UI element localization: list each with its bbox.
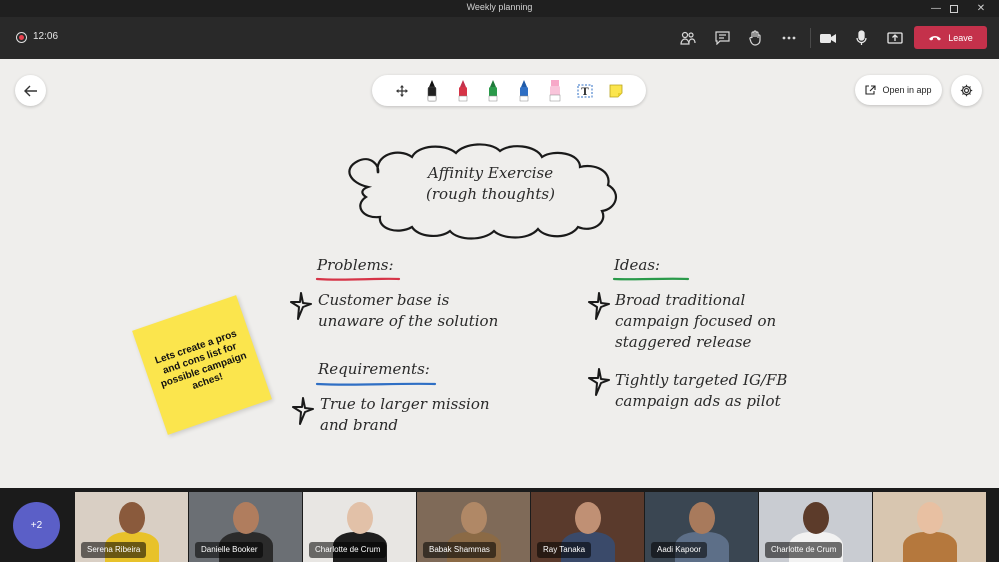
problem-item-line-2: unaware of the solution [318,312,499,330]
cloud-line-2: (rough thoughts) [426,185,555,203]
maximize-icon[interactable] [939,0,969,17]
cloud-line-1: Affinity Exercise [427,164,554,182]
star-bullet-icon [292,397,314,425]
idea-item-1-line-2: campaign focused on [615,312,777,330]
participant-name: Charlotte de Crum [765,542,843,558]
participant-face [233,502,259,534]
move-icon[interactable] [391,79,413,102]
idea-item-1-line-1: Broad traditional [615,291,746,309]
open-in-app-button[interactable]: Open in app [855,75,942,105]
gear-icon [960,84,973,97]
blue-pen-icon[interactable] [513,79,535,102]
participant-face [689,502,715,534]
leave-label: Leave [948,32,973,43]
sticky-note-icon[interactable] [605,79,627,102]
sticky-note-text: Lets create a pros and cons list for pos… [153,328,249,392]
settings-button[interactable] [951,75,982,106]
participant-name: Aadi Kapoor [651,542,708,558]
meeting-control-bar: 12:06 Leave [0,17,999,59]
raise-hand-icon[interactable] [745,28,765,48]
participant-name: Danielle Booker [195,542,264,558]
participant-tile[interactable]: Aadi Kapoor [645,492,758,562]
share-icon[interactable] [885,28,905,48]
participant-tile[interactable] [873,492,986,562]
participant-name: Ray Tanaka [537,542,592,558]
leave-button[interactable]: Leave [914,26,987,49]
problem-item-line-1: Customer base is [318,291,450,309]
red-pen-icon[interactable] [452,79,474,102]
people-icon[interactable] [678,28,698,48]
problems-heading[interactable]: Problems: [317,256,394,274]
back-button[interactable] [15,75,46,106]
star-bullet-icon [588,368,610,396]
ideas-heading[interactable]: Ideas: [614,256,660,274]
star-bullet-icon [290,292,312,320]
participant-tile[interactable]: Charlotte de Crum [303,492,416,562]
requirement-item[interactable]: True to larger mission and brand [320,394,490,436]
arrow-left-icon [23,85,37,96]
open-in-app-label: Open in app [882,85,932,95]
requirement-item-line-1: True to larger mission [320,395,490,413]
more-icon[interactable] [779,28,799,48]
black-pen-icon[interactable] [421,79,443,102]
highlighter-icon[interactable] [544,79,566,102]
participant-face [917,502,943,534]
star-bullet-icon [588,292,610,320]
meeting-timer: 12:06 [33,31,59,42]
mic-icon[interactable] [851,28,871,48]
participant-face [803,502,829,534]
recording-icon [16,32,27,43]
participant-tile[interactable]: Babak Shammas [417,492,530,562]
cloud-title[interactable]: Affinity Exercise (rough thoughts) [425,163,556,205]
participant-gallery: +2 Serena Ribeira Danielle Booker Charlott… [0,488,999,562]
participant-name: Babak Shammas [423,542,496,558]
title-bar: Weekly planning — ✕ [0,0,999,17]
whiteboard-canvas[interactable]: T Open in app Affinity Exercise (rough t… [0,59,999,488]
participant-face [461,502,487,534]
participant-tile[interactable]: Danielle Booker [189,492,302,562]
participant-face [575,502,601,534]
hang-up-icon [929,35,942,40]
idea-item-2[interactable]: Tightly targeted IG/FB campaign ads as p… [615,370,787,412]
participant-name: Charlotte de Crum [309,542,387,558]
participant-tile[interactable]: Charlotte de Crum [759,492,872,562]
toolbar-divider [810,28,811,48]
ideas-underline [612,277,690,281]
overflow-participants-button[interactable]: +2 [13,502,60,549]
idea-item-1[interactable]: Broad traditional campaign focused on st… [615,290,776,353]
problem-item[interactable]: Customer base is unaware of the solution [318,290,498,332]
green-pen-icon[interactable] [482,79,504,102]
problems-underline [315,277,401,281]
idea-item-2-line-2: campaign ads as pilot [615,392,781,410]
requirements-heading[interactable]: Requirements: [318,360,430,378]
window-title: Weekly planning [466,2,533,12]
requirement-item-line-2: and brand [320,416,398,434]
idea-item-1-line-3: staggered release [615,333,752,351]
participant-face [119,502,145,534]
idea-item-2-line-1: Tightly targeted IG/FB [615,371,788,389]
chat-icon[interactable] [712,28,732,48]
camera-icon[interactable] [818,28,838,48]
inking-toolbar: T [372,75,646,106]
close-icon[interactable]: ✕ [966,0,996,17]
overflow-count: +2 [30,520,43,531]
participant-face [347,502,373,534]
requirements-underline [315,382,437,386]
sticky-note[interactable]: Lets create a pros and cons list for pos… [132,295,272,435]
participant-tile[interactable]: Ray Tanaka [531,492,644,562]
svg-text:T: T [581,87,589,98]
participant-tile[interactable]: Serena Ribeira [75,492,188,562]
text-tool-icon[interactable]: T [574,79,596,102]
participant-video [903,532,957,562]
open-external-icon [865,85,877,95]
participant-name: Serena Ribeira [81,542,147,558]
